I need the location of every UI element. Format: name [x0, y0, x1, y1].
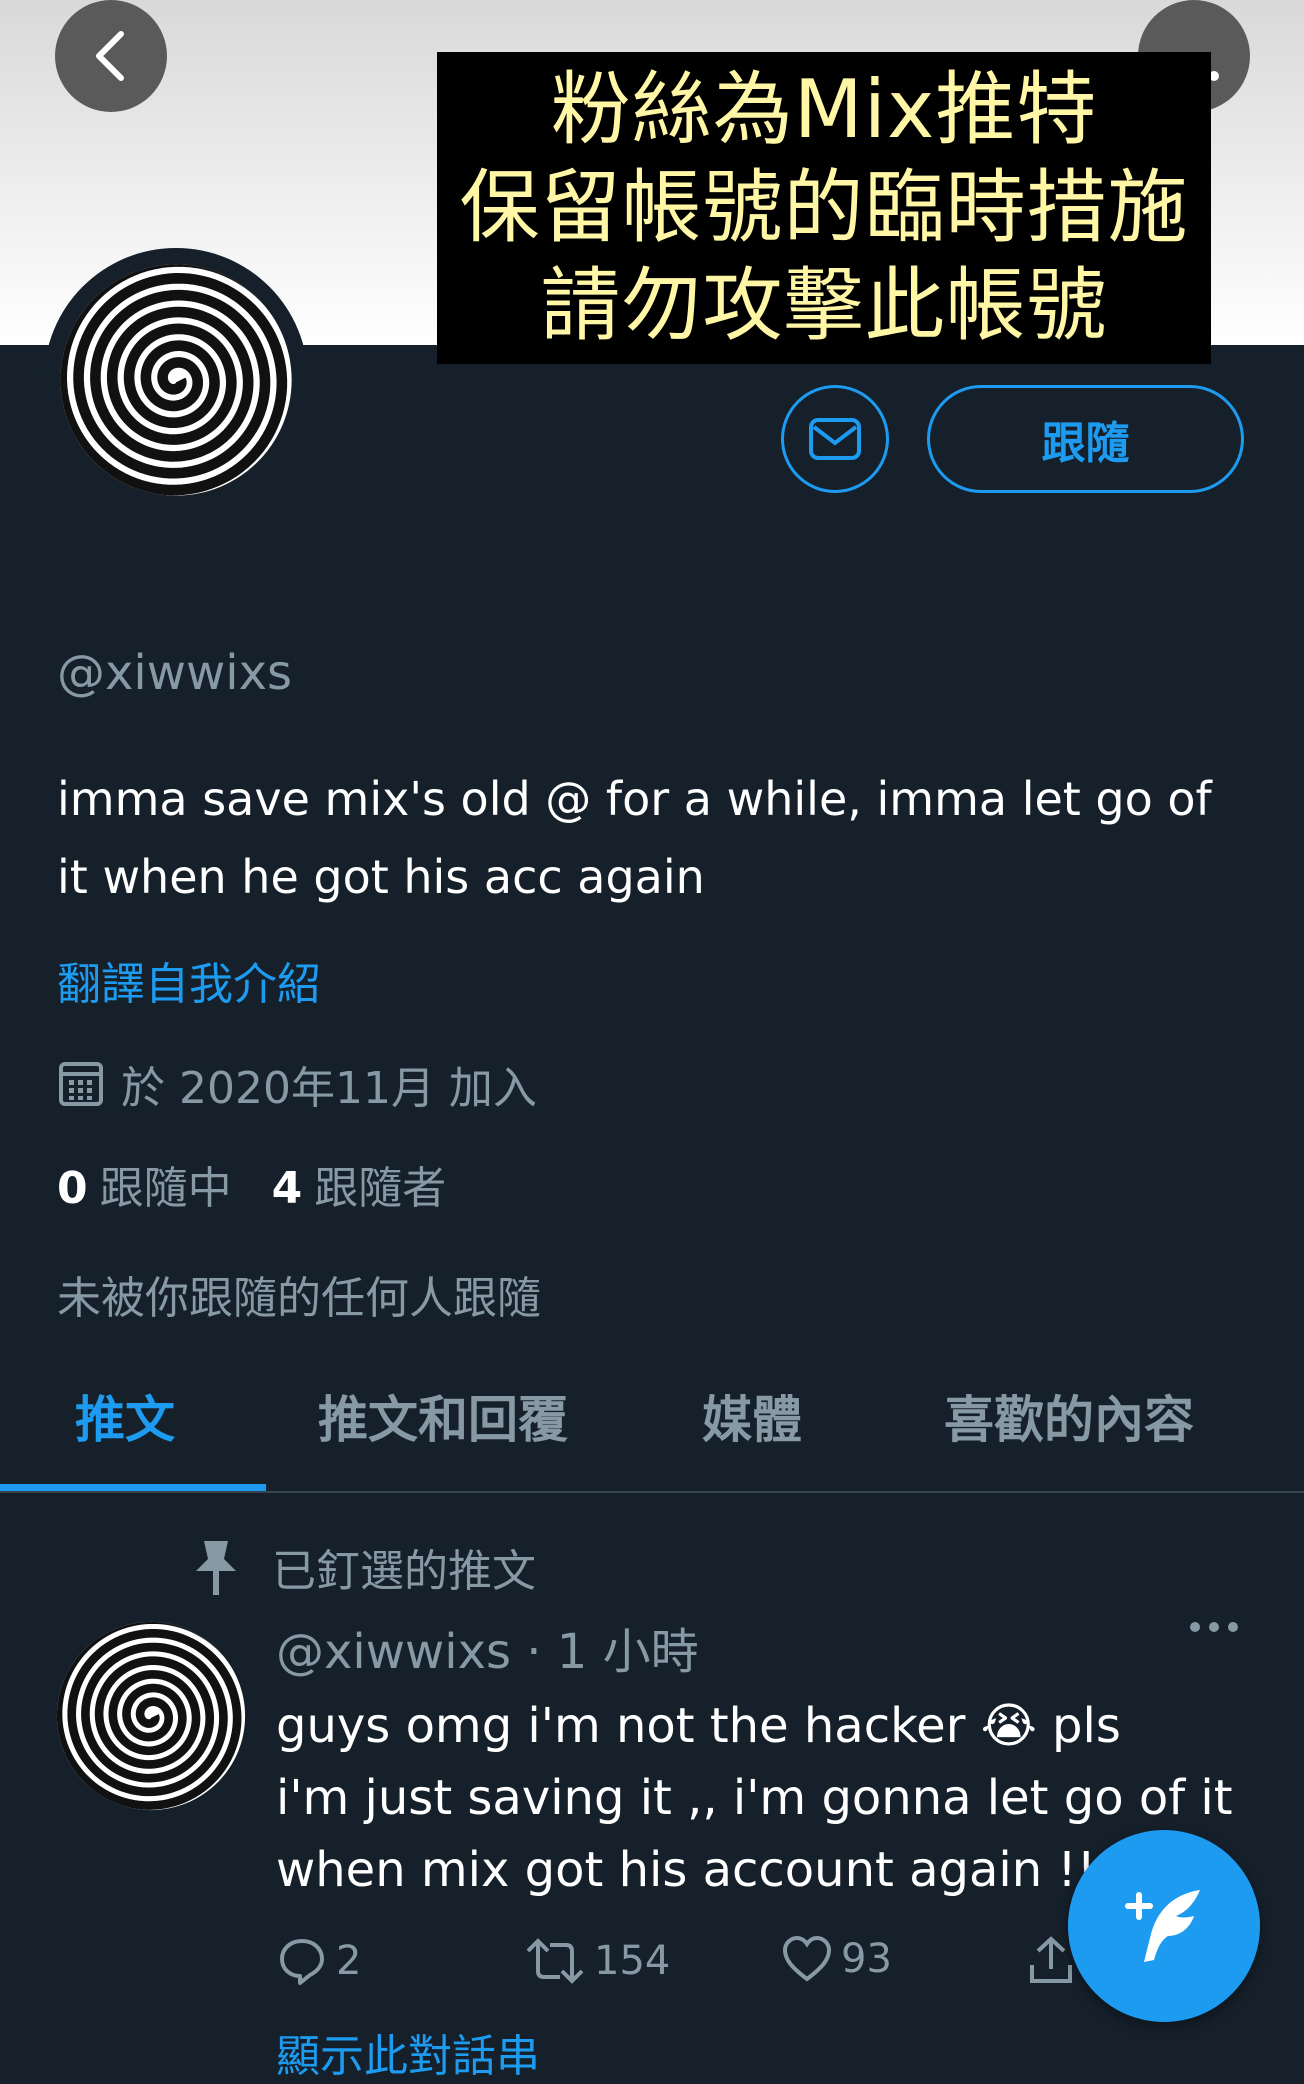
- tweet-avatar[interactable]: [55, 1620, 247, 1812]
- profile-tabs: 推文 推文和回覆 媒體 喜歡的內容: [0, 1360, 1304, 1492]
- join-date: 於 2020年11月 加入: [57, 1052, 537, 1116]
- reply-count: 2: [336, 1938, 362, 1984]
- share-button[interactable]: [1028, 1935, 1074, 1987]
- follow-counts: 0 跟隨中 4 跟隨者: [57, 1152, 446, 1216]
- spiral-avatar-icon: [56, 1621, 246, 1811]
- caption-line: 粉絲為Mix推特: [550, 63, 1098, 156]
- tweet-actions: 2 154 93: [276, 1935, 1176, 1995]
- caption-line: 請勿攻擊此帳號: [540, 259, 1108, 352]
- share-icon: [1030, 1936, 1072, 1983]
- spiral-avatar-icon: [60, 264, 292, 496]
- mail-icon: [809, 418, 861, 460]
- message-button[interactable]: [781, 385, 889, 493]
- reply-icon: [280, 1939, 324, 1985]
- pinned-indicator: 已釘選的推文: [190, 1535, 536, 1599]
- compose-tweet-button[interactable]: [1068, 1830, 1260, 2022]
- profile-avatar[interactable]: [44, 248, 308, 512]
- caption-overlay: 粉絲為Mix推特 保留帳號的臨時措施 請勿攻擊此帳號: [437, 52, 1211, 364]
- pinned-label: 已釘選的推文: [272, 1546, 536, 1597]
- tab-tweets-replies[interactable]: 推文和回覆: [318, 1380, 568, 1452]
- profile-handle: @xiwwixs: [57, 645, 293, 701]
- like-button[interactable]: 93: [781, 1935, 892, 1983]
- reply-button[interactable]: 2: [276, 1935, 361, 1987]
- tab-media[interactable]: 媒體: [702, 1380, 802, 1452]
- compose-feather-icon: [1125, 1890, 1200, 1962]
- pin-icon: [196, 1541, 236, 1595]
- translate-bio-link[interactable]: 翻譯自我介紹: [57, 948, 321, 1012]
- following-count-link[interactable]: 0 跟隨中: [57, 1152, 232, 1216]
- following-label: 跟隨中: [99, 1163, 232, 1214]
- tweet-author-time: @xiwwixs · 1 小時: [276, 1624, 699, 1680]
- tweet-text-line: guys omg i'm not the hacker 😭 pls: [276, 1698, 1121, 1754]
- calendar-icon: [59, 1062, 103, 1106]
- like-count: 93: [841, 1936, 892, 1982]
- caption-line: 保留帳號的臨時措施: [459, 161, 1189, 254]
- followers-label: 跟隨者: [314, 1163, 447, 1214]
- chevron-left-icon: [96, 31, 124, 81]
- divider: [0, 1491, 1304, 1493]
- retweet-icon: [526, 1938, 584, 1984]
- tab-tweets[interactable]: 推文: [75, 1380, 175, 1452]
- tweet-text-line: i'm just saving it ,, i'm gonna let go o…: [276, 1770, 1233, 1826]
- followers-count-link[interactable]: 4 跟隨者: [272, 1152, 447, 1216]
- follow-button[interactable]: 跟隨: [927, 385, 1244, 493]
- show-thread-link[interactable]: 顯示此對話串: [276, 2020, 540, 2084]
- join-date-text: 於 2020年11月 加入: [121, 1063, 537, 1114]
- profile-bio: imma save mix's old @ for a while, imma …: [57, 772, 1212, 904]
- tab-likes[interactable]: 喜歡的內容: [944, 1380, 1194, 1452]
- followers-count: 4: [271, 1163, 303, 1214]
- retweet-count: 154: [594, 1938, 671, 1984]
- retweet-button[interactable]: 154: [524, 1935, 670, 1987]
- back-button[interactable]: [55, 0, 167, 112]
- followed-by-notice: 未被你跟隨的任何人跟隨: [57, 1273, 541, 1324]
- following-count: 0: [57, 1163, 88, 1214]
- heart-icon: [782, 1935, 832, 1982]
- tweet-more-icon[interactable]: [1190, 1622, 1238, 1632]
